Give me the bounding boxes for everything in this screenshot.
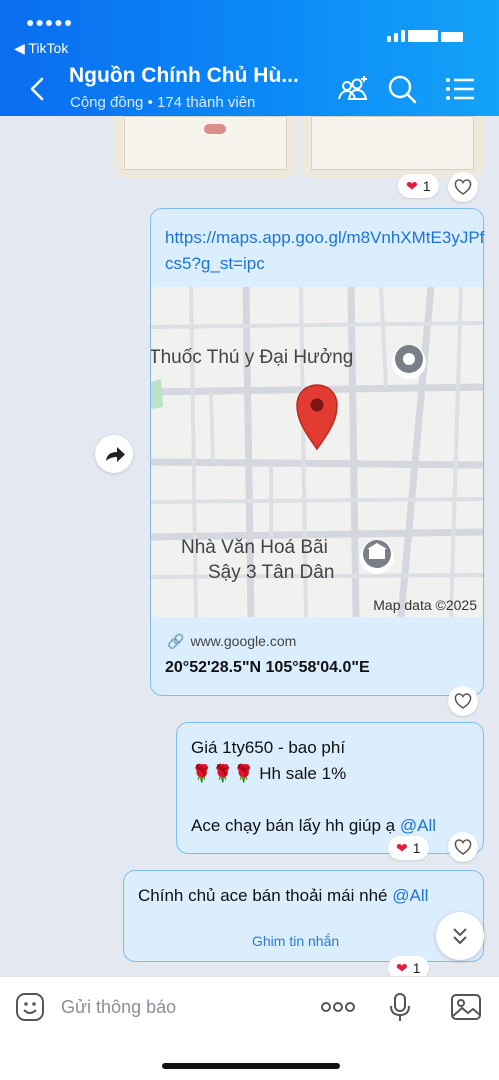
map-preview[interactable]: Thuốc Thú y Đại Hưởng Nhà Văn Hoá Bãi Sậ…	[151, 287, 483, 617]
message-list[interactable]: ❤ 1 https://maps.app.goo.gl/m8VnhXMtE3yJP…	[0, 116, 499, 976]
map-credit: Map data ©2025	[373, 597, 477, 613]
pin-message-link[interactable]: Ghim tin nhắn	[252, 933, 339, 949]
reaction-count[interactable]: ❤ 1	[398, 174, 439, 198]
location-coordinates: 20°52'28.5"N 105°58'04.0"E	[165, 659, 370, 676]
text-message[interactable]: Giá 1ty650 - bao phí 🌹🌹🌹 Hh sale 1% Ace …	[176, 722, 484, 854]
pinned-text-message[interactable]: Chính chủ ace bán thoải mái nhé @All Ghi…	[123, 870, 484, 962]
heart-icon: ❤	[396, 840, 408, 856]
heart-outline-icon	[454, 693, 472, 709]
heart-outline-icon	[454, 839, 472, 855]
reaction-count[interactable]: ❤ 1	[388, 836, 429, 860]
landmark-marker-icon	[360, 540, 394, 574]
group-subtitle[interactable]: Cộng đồng • 174 thành viên	[70, 94, 255, 111]
react-heart-button[interactable]	[448, 172, 478, 202]
link-icon: 🔗	[167, 633, 185, 649]
heart-icon: ❤	[396, 960, 408, 976]
map-place-label: Sậy 3 Tân Dân	[208, 562, 335, 583]
group-title[interactable]: Nguồn Chính Chủ Hù...	[69, 64, 299, 88]
mention-all[interactable]: @All	[400, 816, 436, 835]
react-heart-button[interactable]	[448, 686, 478, 716]
location-message[interactable]: https://maps.app.goo.gl/m8VnhXMtE3yJPfcs…	[150, 208, 484, 696]
place-marker-icon	[392, 345, 426, 379]
menu-icon[interactable]	[444, 72, 478, 106]
chat-header: ●●●●● ◀ TikTok Nguồn Chính Chủ Hù... Cộn…	[0, 0, 499, 116]
react-heart-button[interactable]	[448, 832, 478, 862]
scroll-to-bottom-button[interactable]	[436, 912, 484, 960]
more-options-icon[interactable]	[320, 991, 356, 1023]
heart-icon: ❤	[406, 178, 418, 194]
message-line: Chính chủ ace bán thoải mái nhé @All	[138, 886, 429, 905]
status-bar-left: ●●●●●	[26, 14, 74, 30]
forward-arrow-icon	[106, 447, 125, 462]
add-member-icon[interactable]	[336, 72, 370, 106]
search-icon[interactable]	[385, 72, 419, 106]
map-place-label: Thuốc Thú y Đại Hưởng	[151, 347, 354, 368]
mention-all[interactable]: @All	[392, 886, 428, 905]
message-input[interactable]: Gửi thông báo	[61, 997, 176, 1018]
share-button[interactable]	[95, 435, 133, 473]
image-gallery-icon[interactable]	[450, 991, 482, 1023]
rose-emoji: 🌹🌹🌹	[191, 764, 255, 783]
heart-outline-icon	[454, 179, 472, 195]
image-attachment[interactable]	[301, 116, 484, 178]
voice-to-text-icon[interactable]	[384, 991, 416, 1023]
reaction-count[interactable]: ❤ 1	[388, 956, 429, 976]
sticker-icon[interactable]	[14, 991, 46, 1023]
map-link[interactable]: https://maps.app.goo.gl/m8VnhXMtE3yJPfcs…	[165, 225, 485, 277]
home-indicator	[162, 1063, 340, 1069]
back-arrow-icon[interactable]	[26, 76, 50, 102]
link-source: 🔗 www.google.com	[167, 633, 297, 649]
status-bar-right	[387, 24, 471, 42]
message-line: 🌹🌹🌹 Hh sale 1%	[191, 764, 347, 783]
back-to-app-link[interactable]: ◀ TikTok	[14, 40, 68, 57]
message-line: Giá 1ty650 - bao phí	[191, 738, 346, 757]
image-attachment[interactable]	[114, 116, 297, 178]
double-chevron-down-icon	[453, 928, 467, 945]
map-place-label: Nhà Văn Hoá Bãi	[181, 537, 328, 558]
